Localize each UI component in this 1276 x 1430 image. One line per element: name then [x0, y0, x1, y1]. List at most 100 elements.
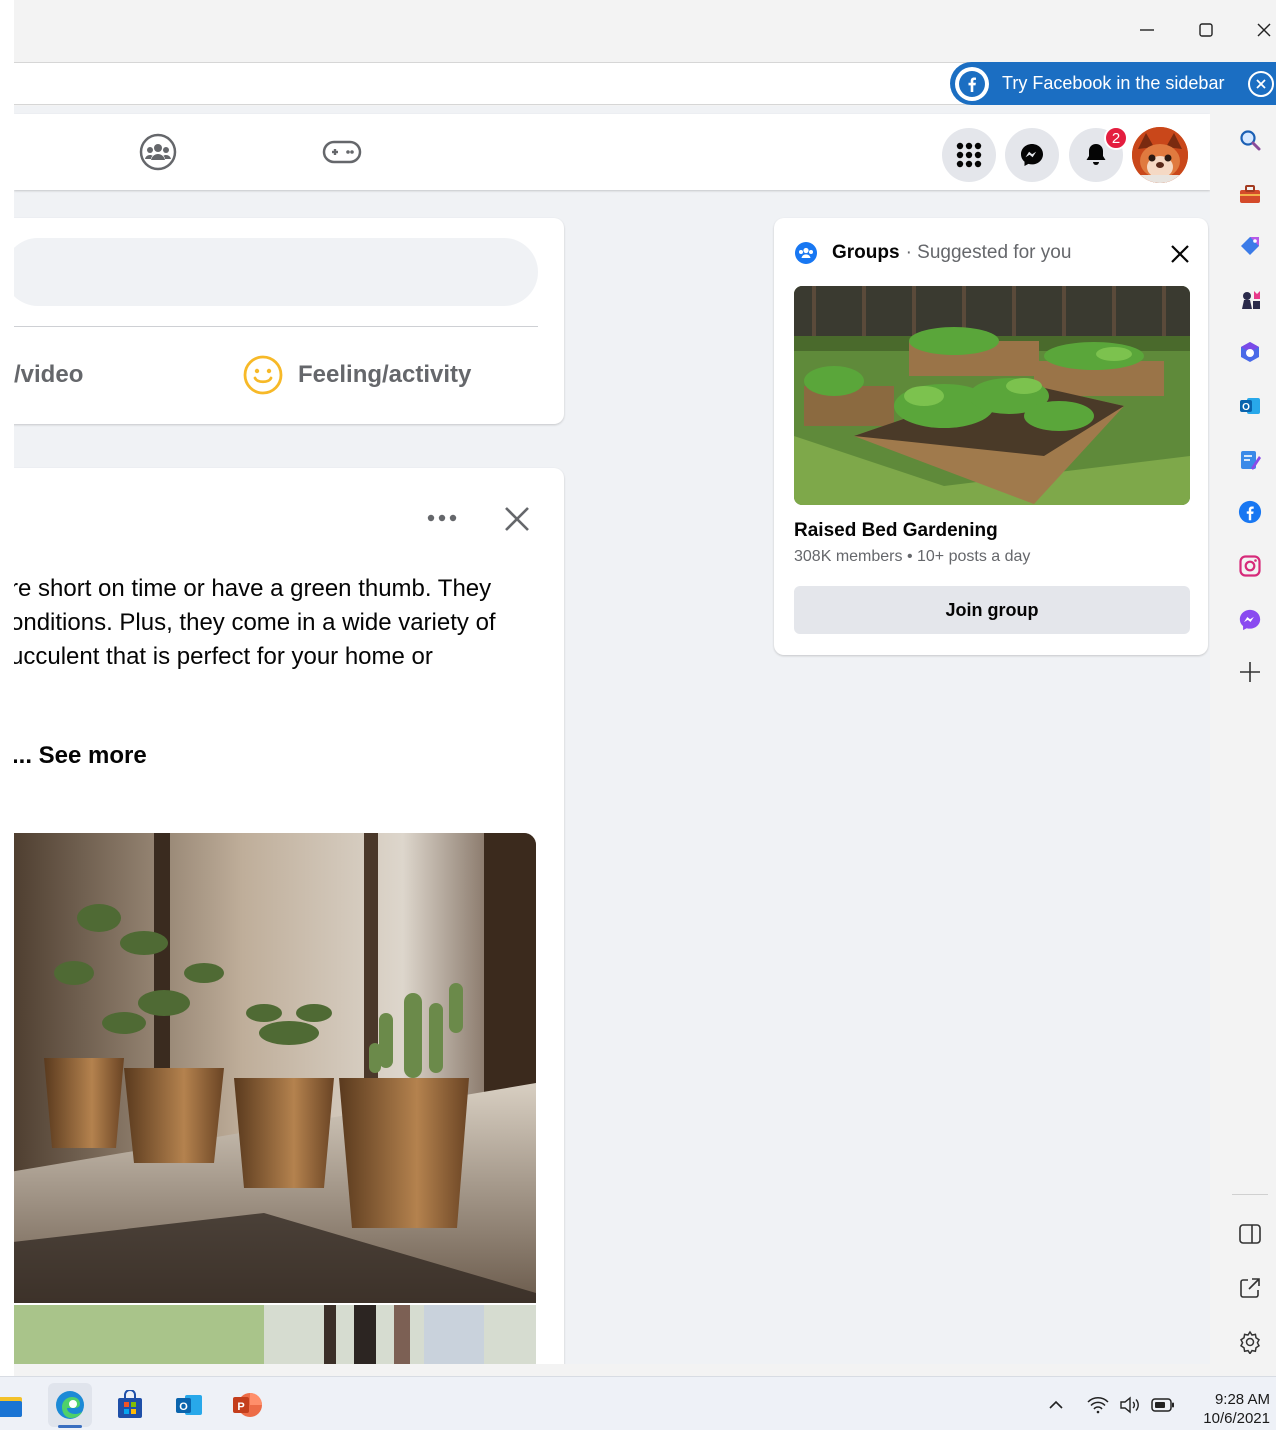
see-more-link[interactable]: ... See more — [14, 742, 147, 770]
chess-icon — [1242, 291, 1260, 309]
try-facebook-sidebar-banner[interactable]: Try Facebook in the sidebar — [950, 62, 1276, 105]
search-icon — [1240, 130, 1261, 151]
file-explorer-taskbar[interactable] — [0, 1391, 28, 1419]
sidebar-hide-button[interactable] — [1234, 1218, 1266, 1250]
outlook-icon: O — [1240, 398, 1260, 414]
composer-divider — [14, 326, 538, 327]
instagram-icon — [1239, 555, 1261, 577]
clock-time: 9:28 AM — [1214, 1391, 1270, 1408]
photo-video-button[interactable]: /video — [14, 350, 83, 400]
nav-gaming-tab[interactable] — [316, 130, 368, 174]
left-window-edge — [0, 0, 14, 1376]
groups-subheading: · Suggested for you — [905, 242, 1072, 263]
gear-icon — [1240, 1330, 1260, 1354]
toolbox-icon — [1240, 185, 1260, 203]
maximize-icon — [1199, 23, 1213, 37]
sidebar-shopping-button[interactable] — [1234, 230, 1266, 262]
powerpoint-taskbar[interactable]: P — [225, 1383, 269, 1427]
chevron-up-icon — [1049, 1400, 1063, 1409]
messenger-button[interactable] — [1005, 128, 1059, 182]
sidebar-settings-button[interactable] — [1234, 1326, 1266, 1358]
post-options-button[interactable] — [422, 502, 462, 534]
edge-sidebar: O — [1222, 106, 1276, 1376]
edge-taskbar[interactable] — [48, 1383, 92, 1427]
notification-badge: 2 — [1104, 126, 1128, 150]
svg-text:O: O — [1242, 402, 1250, 413]
svg-text:P: P — [237, 1401, 244, 1413]
feeling-activity-button[interactable]: Feeling/activity — [242, 350, 471, 400]
sidebar-open-external-button[interactable] — [1234, 1272, 1266, 1304]
minimize-button[interactable] — [1127, 10, 1167, 50]
sidebar-divider — [1232, 1194, 1268, 1195]
taskbar: O P — [0, 1376, 1276, 1430]
svg-text:O: O — [179, 1401, 188, 1413]
store-taskbar[interactable] — [108, 1383, 152, 1427]
close-icon — [505, 507, 529, 531]
photo-video-label: /video — [14, 361, 84, 388]
store-icon — [118, 1390, 142, 1418]
groups-heading: Groups — [832, 242, 900, 263]
smiley-icon — [243, 355, 283, 395]
group-meta: 308K members • 10+ posts a day — [794, 548, 1031, 565]
sidebar-tools-button[interactable] — [1234, 178, 1266, 210]
minimize-icon — [1140, 29, 1154, 31]
drop-icon — [1241, 451, 1261, 470]
system-clock[interactable]: 9:28 AM 10/6/2021 — [1188, 1390, 1270, 1428]
groups-card-header: Groups · Suggested for you — [794, 238, 1071, 268]
edge-icon — [56, 1391, 84, 1419]
succulents-photo-icon — [14, 833, 536, 1303]
close-window-button[interactable] — [1244, 10, 1276, 50]
sidebar-instagram-button[interactable] — [1234, 550, 1266, 582]
battery-icon — [1151, 1398, 1174, 1412]
post-photo-secondary[interactable] — [14, 1305, 536, 1364]
copilot-icon — [1241, 342, 1259, 362]
group-name[interactable]: Raised Bed Gardening — [794, 520, 998, 542]
sidebar-games-button[interactable] — [1234, 284, 1266, 316]
messenger-icon — [1021, 144, 1043, 166]
hide-post-button[interactable] — [500, 502, 534, 536]
sidebar-add-button[interactable] — [1234, 656, 1266, 688]
post-composer: /video Feeling/activity — [14, 218, 564, 424]
join-group-button[interactable]: Join group — [794, 586, 1190, 634]
group-cover-photo[interactable] — [794, 286, 1190, 505]
wifi-button[interactable] — [1086, 1395, 1110, 1415]
facebook-page: 2 /video Feeling/activity e short on tim… — [14, 106, 1210, 1364]
nav-groups-tab[interactable] — [132, 130, 184, 174]
composer-input[interactable] — [14, 238, 538, 306]
groups-icon — [795, 242, 817, 264]
outlook-icon: O — [176, 1395, 202, 1415]
post-text: re short on time or have a green thumb. … — [14, 575, 496, 670]
show-hidden-icons-button[interactable] — [1044, 1395, 1068, 1415]
sidebar-copilot-button[interactable] — [1234, 336, 1266, 368]
sidebar-outlook-button[interactable]: O — [1234, 390, 1266, 422]
menu-grid-icon — [956, 142, 982, 168]
groups-icon — [139, 133, 177, 171]
sidebar-search-button[interactable] — [1234, 124, 1266, 156]
menu-button[interactable] — [942, 128, 996, 182]
post-photo-succulents[interactable] — [14, 833, 536, 1303]
open-external-icon — [1240, 1278, 1260, 1298]
maximize-button[interactable] — [1186, 10, 1226, 50]
profile-avatar-icon — [1132, 127, 1188, 183]
avatar[interactable] — [1132, 127, 1188, 183]
banner-close-button[interactable] — [1248, 71, 1274, 97]
sidebar-drop-button[interactable] — [1234, 444, 1266, 476]
outlook-taskbar[interactable]: O — [167, 1383, 211, 1427]
panel-icon — [1239, 1224, 1261, 1244]
groups-suggestion-card: Groups · Suggested for you Raised Bed Ga… — [774, 218, 1208, 655]
bell-icon — [1086, 144, 1106, 165]
facebook-icon — [1238, 500, 1262, 524]
feed-post: re short on time or have a green thumb. … — [14, 468, 564, 1364]
battery-button[interactable] — [1150, 1395, 1176, 1415]
folder-icon — [0, 1397, 22, 1417]
sidebar-messenger-button[interactable] — [1234, 604, 1266, 636]
active-app-indicator — [58, 1425, 82, 1428]
volume-button[interactable] — [1118, 1395, 1144, 1415]
sidebar-facebook-button[interactable] — [1234, 496, 1266, 528]
dismiss-groups-button[interactable] — [1166, 240, 1194, 268]
powerpoint-icon: P — [233, 1393, 262, 1417]
gamepad-icon — [322, 140, 362, 164]
clock-date: 10/6/2021 — [1203, 1410, 1270, 1427]
window-photo-icon — [14, 1305, 536, 1364]
speaker-icon — [1120, 1396, 1139, 1414]
